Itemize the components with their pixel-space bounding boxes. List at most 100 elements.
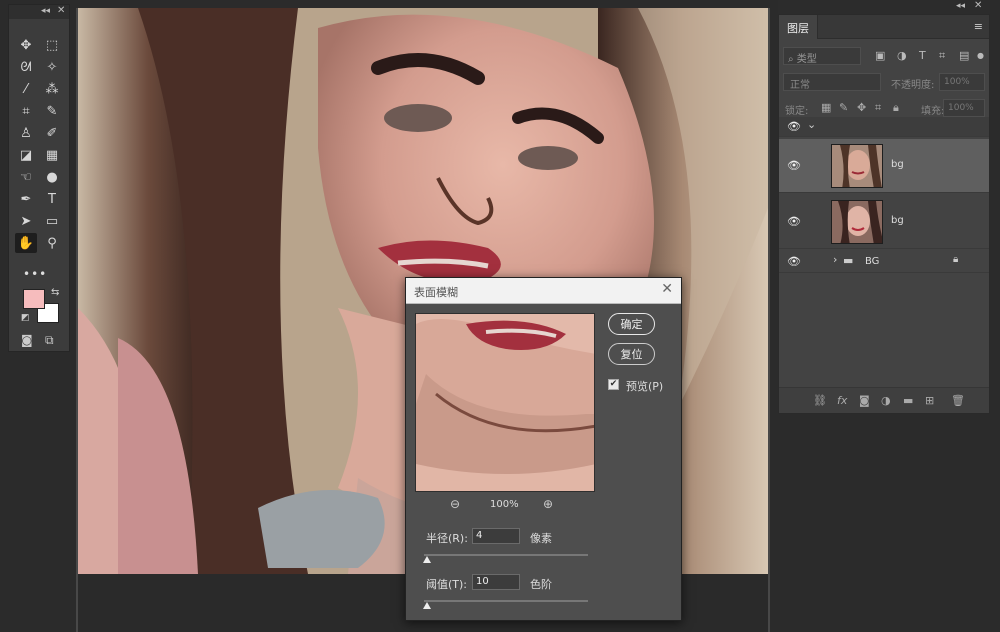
eyedropper-tool-icon[interactable]: ⁄ — [15, 79, 37, 99]
layer-name[interactable]: bg — [891, 215, 904, 226]
collapse-panel-icon[interactable]: ◂◂ — [956, 1, 965, 11]
history-brush-tool-icon[interactable]: ✐ — [41, 123, 63, 143]
lock-position-icon[interactable]: ✥ — [857, 101, 866, 114]
layers-panel-footer: ⛓︎ fx ◙ ◑ ▬ ⊞ 🗑︎ — [779, 387, 989, 413]
lock-artboard-icon[interactable]: ⌗ — [875, 101, 881, 115]
filter-adjustment-icon[interactable]: ◑ — [897, 49, 907, 62]
blend-mode-select[interactable]: 正常 — [783, 73, 881, 91]
path-selection-tool-icon[interactable]: ➤ — [15, 211, 37, 231]
zoom-value: 100% — [490, 499, 519, 510]
filter-kind-select[interactable]: ⌕ 类型 — [783, 47, 861, 65]
close-panel-icon[interactable]: ✕ — [974, 0, 982, 11]
dodge-tool-icon[interactable]: ● — [41, 167, 63, 187]
panel-menu-icon[interactable]: ≡ — [974, 20, 983, 33]
dialog-titlebar: 表面模糊 ✕ — [406, 278, 681, 304]
close-icon[interactable]: ✕ — [57, 5, 65, 16]
layer-row-group[interactable]: 👁︎ ⌄ — [779, 117, 989, 137]
lasso-tool-icon[interactable]: ᘛ — [15, 57, 37, 77]
visibility-eye-icon[interactable]: 👁︎ — [787, 255, 801, 268]
lock-image-icon[interactable]: ✎ — [839, 101, 848, 114]
radius-label: 半径(R): — [426, 532, 468, 545]
zoom-tool-icon[interactable]: ⚲ — [41, 233, 63, 253]
filter-type-icon[interactable]: T — [919, 49, 926, 62]
lock-all-icon[interactable]: 🔒︎ — [893, 101, 899, 115]
lock-transparent-icon[interactable]: ▦ — [821, 101, 831, 114]
preview-image — [416, 314, 594, 491]
lock-icon: 🔒︎ — [953, 254, 959, 265]
add-mask-icon[interactable]: ◙ — [859, 394, 870, 407]
new-group-icon[interactable]: ▬ — [903, 394, 913, 407]
filter-pixel-icon[interactable]: ▣ — [875, 49, 885, 62]
layer-row-group-bg[interactable]: 👁︎ › ▬ BG 🔒︎ — [779, 251, 989, 273]
tab-layers[interactable]: 图层 — [779, 15, 818, 39]
quick-mask-icon[interactable]: ◙ — [21, 333, 33, 347]
threshold-input[interactable]: 10 — [472, 574, 520, 590]
blend-row: 正常 不透明度: 100% — [783, 73, 987, 93]
layer-name[interactable]: bg — [891, 159, 904, 170]
move-tool-icon[interactable]: ✥ — [15, 35, 37, 55]
lock-row: 锁定: ▦ ✎ ✥ ⌗ 🔒︎ 填充: 100% — [783, 99, 987, 119]
brush-tool-icon[interactable]: ✎ — [41, 101, 63, 121]
threshold-unit: 色阶 — [530, 578, 552, 591]
link-layers-icon[interactable]: ⛓︎ — [813, 394, 827, 407]
fx-icon[interactable]: fx — [837, 394, 847, 407]
pen-tool-icon[interactable]: ✒ — [15, 189, 37, 209]
more-tools-icon[interactable]: ••• — [23, 267, 47, 281]
close-icon[interactable]: ✕ — [661, 281, 673, 297]
visibility-eye-icon[interactable]: 👁︎ — [787, 215, 801, 228]
foreground-color-swatch[interactable] — [23, 289, 45, 309]
dialog-title: 表面模糊 — [414, 286, 458, 299]
radius-unit: 像素 — [530, 532, 552, 545]
layer-row-bg[interactable]: 👁︎ bg — [779, 195, 989, 249]
threshold-label: 阈值(T): — [426, 578, 468, 591]
group-expand-icon[interactable]: ⌄ — [807, 118, 816, 131]
radius-input[interactable]: 4 — [472, 528, 520, 544]
photoshop-window: ◂◂ ✕ ✥ ⬚ ᘛ ✧ ⁄ ⁂ ⌗ ✎ ♙ ✐ ◪ ▦ ☜ ● ✒ T ➤ ▭ ✋ ⚲ ••• ⇆ ◩ ◙ ⧉ — [0, 0, 1000, 632]
filter-preview[interactable] — [415, 313, 595, 492]
type-tool-icon[interactable]: T — [41, 189, 63, 209]
adjustment-layer-icon[interactable]: ◑ — [881, 394, 891, 407]
smudge-tool-icon[interactable]: ☜ — [15, 167, 37, 187]
preview-checkbox[interactable]: ✔ — [608, 379, 619, 390]
gradient-tool-icon[interactable]: ▦ — [41, 145, 63, 165]
screen-mode-icon[interactable]: ⧉ — [45, 333, 54, 348]
crop-tool-icon[interactable]: ⌗ — [15, 101, 37, 121]
layer-thumbnail — [831, 144, 883, 188]
filter-smart-object-icon[interactable]: ▤ — [959, 49, 969, 62]
layer-filter-row: ⌕ 类型 ▣ ◑ T ⌗ ▤ ● — [783, 47, 987, 67]
stamp-tool-icon[interactable]: ♙ — [15, 123, 37, 143]
new-layer-icon[interactable]: ⊞ — [925, 394, 934, 407]
delete-layer-icon[interactable]: 🗑︎ — [951, 394, 965, 407]
fill-label: 填充: — [921, 106, 945, 117]
hand-tool-icon[interactable]: ✋ — [15, 233, 37, 253]
swap-colors-icon[interactable]: ⇆ — [51, 287, 59, 298]
threshold-slider[interactable] — [424, 600, 588, 602]
fill-input[interactable]: 100% — [943, 99, 985, 117]
visibility-eye-icon[interactable]: 👁︎ — [787, 120, 801, 133]
ok-button[interactable]: 确定 — [608, 313, 655, 335]
magic-wand-tool-icon[interactable]: ✧ — [41, 57, 63, 77]
zoom-out-icon[interactable]: ⊖ — [450, 497, 460, 511]
radius-slider[interactable] — [424, 554, 588, 556]
filter-toggle-icon[interactable]: ● — [977, 51, 984, 60]
opacity-input[interactable]: 100% — [939, 73, 985, 91]
layer-row-bg-selected[interactable]: 👁︎ bg — [779, 139, 989, 193]
default-colors-icon[interactable]: ◩ — [21, 313, 30, 323]
threshold-slider-thumb[interactable] — [423, 602, 431, 609]
surface-blur-dialog: 表面模糊 ✕ 确定 复位 ✔ 预览(P) ⊖ 100% ⊕ 半径(R): 4 像… — [405, 277, 682, 621]
zoom-in-icon[interactable]: ⊕ — [543, 497, 553, 511]
eraser-tool-icon[interactable]: ◪ — [15, 145, 37, 165]
panel-dock-header: ◂◂ ✕ — [778, 0, 990, 14]
radius-slider-thumb[interactable] — [423, 556, 431, 563]
marquee-tool-icon[interactable]: ⬚ — [41, 35, 63, 55]
layer-thumbnail-image — [832, 145, 882, 187]
folder-expand-icon[interactable]: › — [833, 253, 837, 266]
collapse-icon[interactable]: ◂◂ — [41, 6, 50, 16]
reset-button[interactable]: 复位 — [608, 343, 655, 365]
layer-name[interactable]: BG — [865, 256, 879, 267]
rectangle-tool-icon[interactable]: ▭ — [41, 211, 63, 231]
healing-tool-icon[interactable]: ⁂ — [41, 79, 63, 99]
preview-label: 预览(P) — [626, 380, 664, 393]
visibility-eye-icon[interactable]: 👁︎ — [787, 159, 801, 172]
filter-shape-icon[interactable]: ⌗ — [939, 49, 945, 63]
